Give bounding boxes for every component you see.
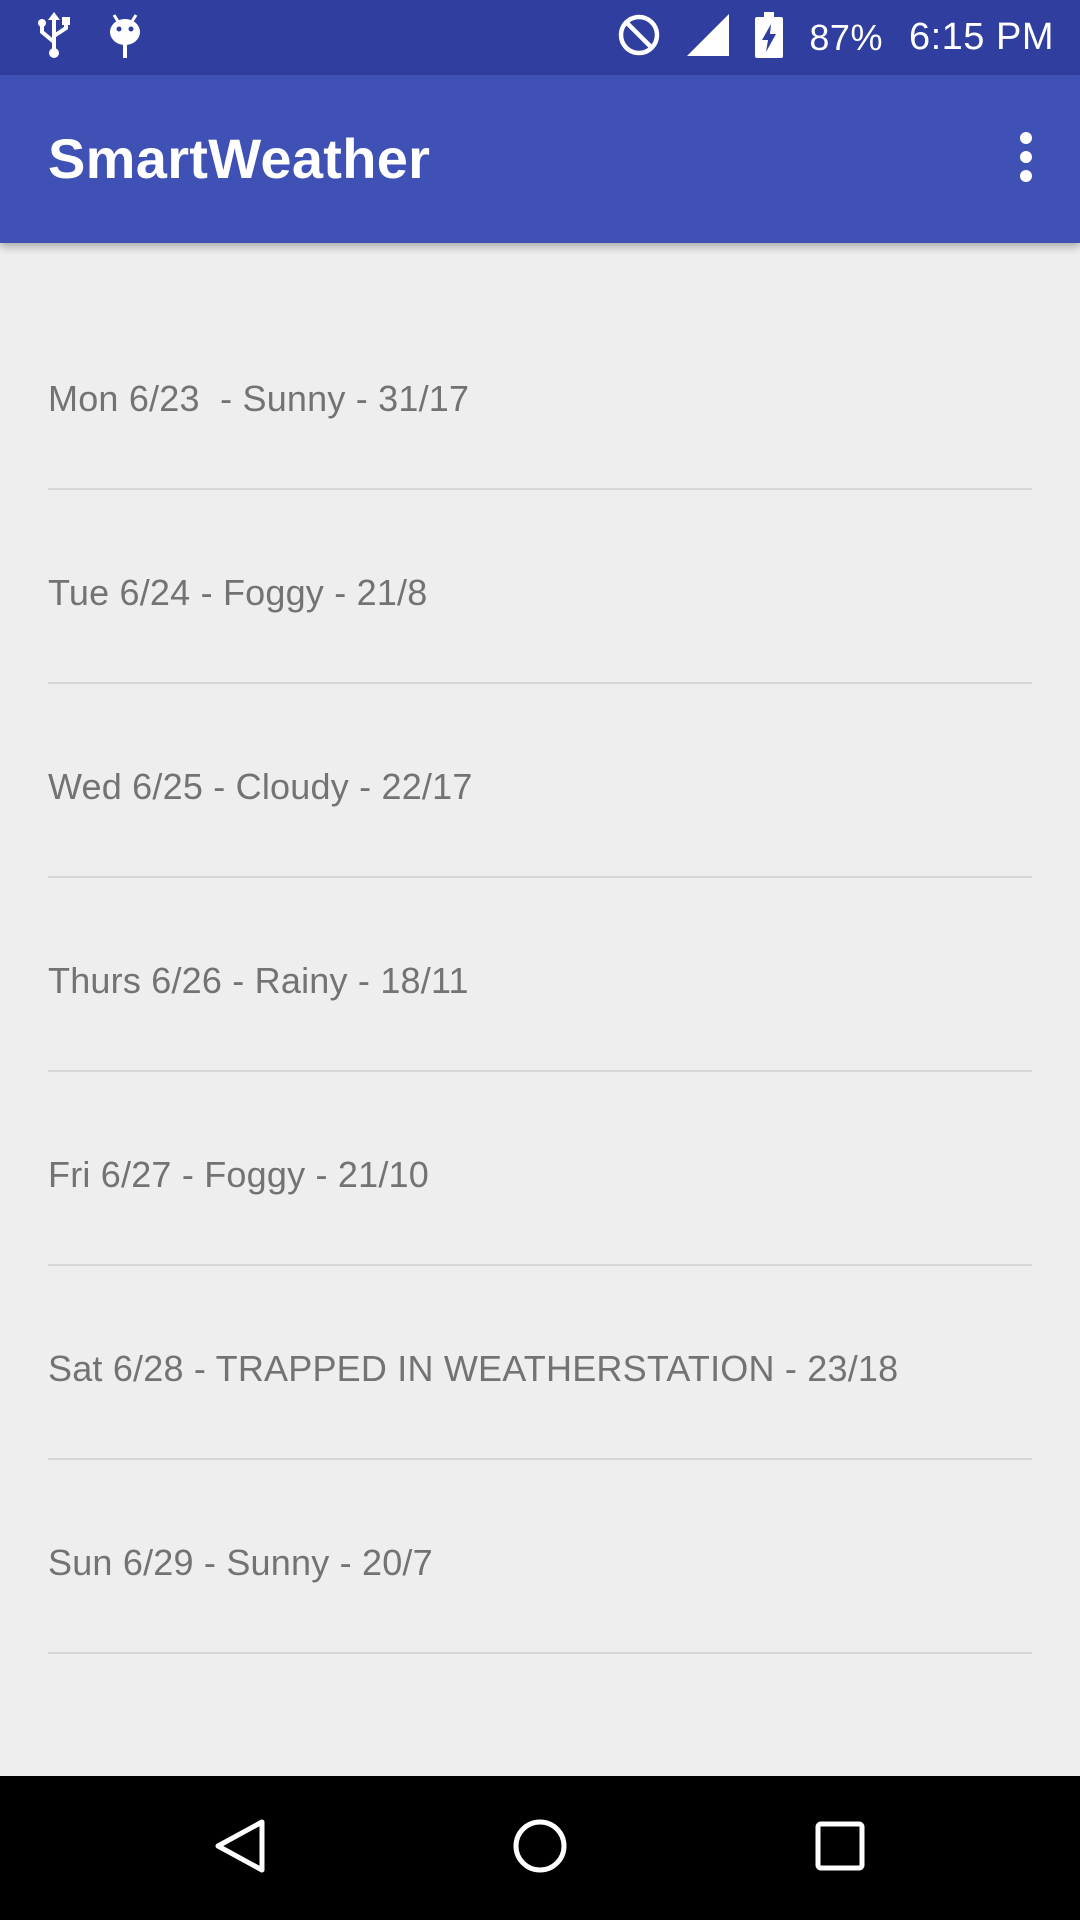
android-debug-icon — [106, 12, 144, 65]
status-left-icons — [36, 11, 144, 65]
forecast-item-text: Fri 6/27 - Foggy - 21/10 — [48, 1154, 429, 1195]
back-icon — [212, 1818, 268, 1879]
forecast-item-wed[interactable]: Wed 6/25 - Cloudy - 22/17 — [48, 684, 1032, 878]
battery-charging-icon — [755, 12, 784, 63]
back-button[interactable] — [204, 1812, 276, 1884]
clock: 6:15 PM — [908, 16, 1054, 58]
more-vert-icon — [1018, 131, 1034, 188]
forecast-item-fri[interactable]: Fri 6/27 - Foggy - 21/10 — [48, 1072, 1032, 1266]
navigation-bar — [0, 1776, 1080, 1920]
battery-percent: 87% — [809, 16, 883, 58]
home-icon — [512, 1818, 568, 1879]
forecast-item-sat[interactable]: Sat 6/28 - TRAPPED IN WEATHERSTATION - 2… — [48, 1266, 1032, 1460]
status-right-icons: 87% 6:15 PM — [617, 0, 1054, 75]
app-title: SmartWeather — [48, 127, 431, 190]
home-button[interactable] — [504, 1812, 576, 1884]
status-bar: 87% 6:15 PM — [0, 0, 1080, 75]
forecast-item-thurs[interactable]: Thurs 6/26 - Rainy - 18/11 — [48, 878, 1032, 1072]
forecast-list[interactable]: Mon 6/23 - Sunny - 31/17 Tue 6/24 - Fogg… — [0, 243, 1080, 1776]
forecast-item-text: Thurs 6/26 - Rainy - 18/11 — [48, 960, 469, 1001]
forecast-item-text: Tue 6/24 - Foggy - 21/8 — [48, 572, 428, 613]
app-bar: SmartWeather — [0, 75, 1080, 243]
forecast-item-text: Sat 6/28 - TRAPPED IN WEATHERSTATION - 2… — [48, 1348, 899, 1389]
usb-icon — [36, 11, 72, 65]
recents-icon — [814, 1820, 866, 1877]
forecast-item-tue[interactable]: Tue 6/24 - Foggy - 21/8 — [48, 490, 1032, 684]
overflow-menu-button[interactable] — [992, 125, 1060, 193]
do-not-disturb-icon — [617, 13, 661, 62]
recents-button[interactable] — [804, 1812, 876, 1884]
forecast-item-text: Mon 6/23 - Sunny - 31/17 — [48, 378, 470, 419]
forecast-item-text: Sun 6/29 - Sunny - 20/7 — [48, 1542, 433, 1583]
forecast-item-mon[interactable]: Mon 6/23 - Sunny - 31/17 — [48, 296, 1032, 490]
forecast-item-sun[interactable]: Sun 6/29 - Sunny - 20/7 — [48, 1460, 1032, 1654]
forecast-item-text: Wed 6/25 - Cloudy - 22/17 — [48, 766, 473, 807]
cell-signal-icon — [687, 14, 730, 61]
